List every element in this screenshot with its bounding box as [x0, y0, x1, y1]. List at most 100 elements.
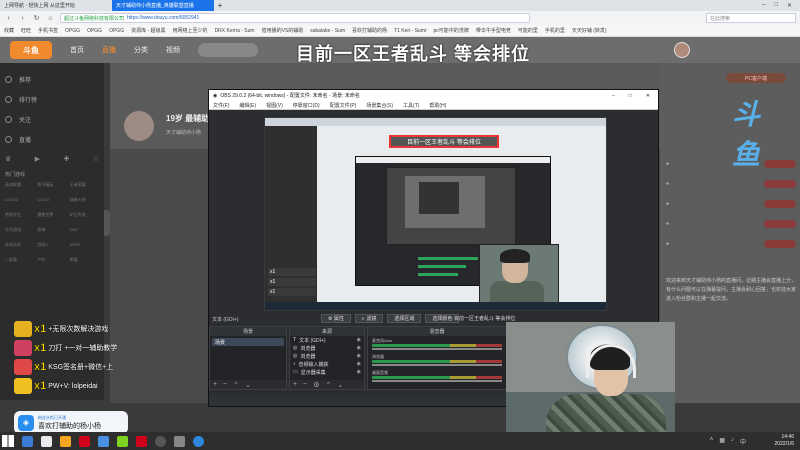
- app-icon[interactable]: [41, 435, 52, 447]
- bookmark-item[interactable]: OPGG: [109, 28, 124, 34]
- remove-icon[interactable]: −: [223, 381, 227, 388]
- url-input[interactable]: 超过斗鱼网络科技有限公司 https://www.douyu.com/60529…: [60, 13, 530, 23]
- obs-menu-item[interactable]: 工具(T): [403, 102, 419, 109]
- obs-menu-item[interactable]: 帮助(H): [429, 102, 446, 109]
- sidebar-category[interactable]: 炉石传说: [70, 212, 99, 218]
- move-up-icon[interactable]: ⌃: [233, 381, 239, 389]
- nav-category[interactable]: 分类: [134, 45, 148, 55]
- bookmark-item[interactable]: 喜欢打辅助的杨: [352, 27, 387, 34]
- move-down-icon[interactable]: ⌄: [337, 381, 343, 389]
- refresh-icon[interactable]: ↻: [32, 14, 41, 22]
- sidebar-category[interactable]: 剑网3: [37, 242, 66, 248]
- sidebar-category[interactable]: 王者荣耀: [70, 182, 99, 188]
- sidebar-category[interactable]: 一起看: [5, 257, 34, 263]
- sidebar-category[interactable]: 绝地求生: [5, 212, 34, 218]
- volume-slider[interactable]: [372, 364, 502, 366]
- bookmark-item[interactable]: OPGG: [65, 28, 80, 34]
- clock[interactable]: 14:46 2022/1/6: [775, 434, 794, 448]
- site-search-input[interactable]: [198, 43, 258, 57]
- sidebar-category[interactable]: 魔兽世界: [37, 212, 66, 218]
- app-icon[interactable]: [174, 435, 185, 447]
- sidebar-category[interactable]: 颜值: [70, 257, 99, 263]
- app-icon[interactable]: [22, 435, 33, 447]
- minimize-icon[interactable]: –: [762, 2, 765, 9]
- source-item[interactable]: ♪ 音频输入捕获 ◉: [290, 360, 364, 368]
- obs-taskbar-icon[interactable]: [155, 435, 166, 447]
- bookmark-item[interactable]: sakatake - Sum: [310, 28, 345, 34]
- app-icon[interactable]: [193, 435, 204, 447]
- bookmark-item[interactable]: 带伞牛手型电竞: [476, 27, 511, 34]
- sidebar-item-live[interactable]: 直播: [5, 129, 99, 149]
- source-item[interactable]: ◎ 浏览器 ◉: [290, 344, 364, 352]
- bookmark-item[interactable]: 天天好辅 (转发): [572, 27, 607, 34]
- volume-slider[interactable]: [372, 348, 502, 350]
- obs-close-icon[interactable]: ✕: [646, 93, 650, 99]
- network-icon[interactable]: ▦: [719, 437, 725, 446]
- douyu-logo[interactable]: 斗鱼: [10, 41, 52, 59]
- source-item[interactable]: T 文本 (GDI+) ◉: [290, 336, 364, 344]
- eye-icon[interactable]: ◉: [357, 337, 364, 343]
- properties-button[interactable]: ⚙ 属性: [321, 314, 351, 323]
- sidebar-category[interactable]: APEX: [70, 242, 99, 248]
- bookmark-item[interactable]: 借用播的VS的辅助: [262, 27, 304, 34]
- sidebar-category[interactable]: 户外: [37, 257, 66, 263]
- bookmark-item[interactable]: T1 Keri - Sumr: [394, 28, 427, 34]
- browser-search-input[interactable]: 在此搜索: [706, 13, 796, 23]
- sidebar-category[interactable]: CSGO: [37, 197, 66, 203]
- back-icon[interactable]: ‹: [4, 15, 13, 22]
- pc-client-button[interactable]: PC客户端: [726, 73, 786, 83]
- filters-button[interactable]: ◐ 滤镜: [354, 314, 384, 323]
- bookmark-item[interactable]: 旺旺: [21, 27, 31, 34]
- star-icon[interactable]: ☆: [93, 155, 99, 163]
- sidebar-category[interactable]: 永劫无间: [5, 242, 34, 248]
- obs-maximize-icon[interactable]: □: [629, 93, 632, 99]
- volume-slider[interactable]: [372, 380, 502, 382]
- streamer-avatar[interactable]: [124, 111, 154, 141]
- obs-menu-item[interactable]: 停靠窗口(D): [293, 102, 320, 109]
- scene-item[interactable]: 场景: [212, 338, 284, 346]
- obs-menu-item[interactable]: 场景集合(S): [366, 102, 393, 109]
- select-region-button[interactable]: 选择区域: [387, 314, 422, 323]
- sidebar-item-rank[interactable]: 排行榜: [5, 89, 99, 109]
- new-tab-button[interactable]: +: [214, 0, 226, 11]
- sidebar-item-recommend[interactable]: 推荐: [5, 69, 99, 89]
- sidebar-category[interactable]: 穿越火线: [70, 197, 99, 203]
- bookmark-item[interactable]: OPGG: [87, 28, 102, 34]
- sidebar-category[interactable]: 原神: [37, 227, 66, 233]
- bookmark-item[interactable]: 可能的里: [518, 27, 538, 34]
- obs-minimize-icon[interactable]: –: [612, 93, 615, 99]
- bookmark-item[interactable]: pc可能中的洗牌: [434, 27, 469, 34]
- forward-icon[interactable]: ›: [18, 15, 27, 22]
- nav-home[interactable]: 首页: [70, 45, 84, 55]
- windows-start-icon[interactable]: [2, 435, 14, 447]
- tab-home[interactable]: 上网导航 · 轻快上网 从这里开始: [0, 0, 112, 11]
- sidebar-category[interactable]: DOTA2: [5, 197, 34, 203]
- app-icon[interactable]: [79, 435, 90, 447]
- volume-icon[interactable]: ♪: [731, 437, 734, 446]
- eye-icon[interactable]: ◉: [357, 369, 364, 375]
- eye-icon[interactable]: ◉: [357, 353, 364, 359]
- bookmark-item[interactable]: DRX Kerria - Sum: [215, 28, 255, 34]
- app-icon[interactable]: [117, 435, 128, 447]
- obs-menu-item[interactable]: 编辑(E): [239, 102, 256, 109]
- source-item[interactable]: ◎ 浏览器 ◉: [290, 352, 364, 360]
- sidebar-category[interactable]: 英雄联盟: [5, 182, 34, 188]
- add-icon[interactable]: +: [213, 381, 217, 388]
- gear-icon[interactable]: ⚙: [313, 381, 319, 389]
- bookmark-item[interactable]: 收藏: [4, 27, 14, 34]
- obs-preview[interactable]: 目前一区王者乱斗 等会排位 x1 x1 x1: [264, 117, 607, 311]
- trophy-icon[interactable]: ♛: [5, 155, 11, 163]
- streamer-name[interactable]: 天才辅助帅小杨: [166, 129, 201, 136]
- tab-douyu[interactable]: 天才辅助帅小杨直播_英雄联盟直播: [112, 0, 214, 11]
- chevron-up-icon[interactable]: ˄: [710, 437, 714, 446]
- obs-menu-item[interactable]: 视图(V): [266, 102, 283, 109]
- sidebar-category[interactable]: DNF: [70, 227, 99, 233]
- bookmark-item[interactable]: 用网络上至少的: [173, 27, 208, 34]
- home-icon[interactable]: ⌂: [46, 15, 55, 22]
- sidebar-item-follow[interactable]: 关注: [5, 109, 99, 129]
- video-icon[interactable]: ▶: [35, 155, 40, 163]
- bookmark-item[interactable]: 手机的里: [545, 27, 565, 34]
- add-icon[interactable]: +: [293, 381, 297, 388]
- nav-live[interactable]: 直播: [102, 45, 116, 55]
- move-down-icon[interactable]: ⌄: [245, 381, 251, 389]
